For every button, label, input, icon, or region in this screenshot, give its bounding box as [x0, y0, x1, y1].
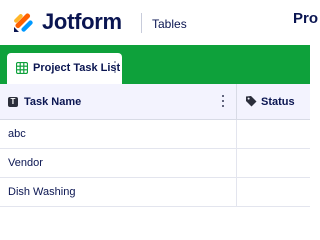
product-name[interactable]: Tables	[152, 16, 187, 32]
table-row[interactable]: abc	[0, 120, 310, 149]
tab-label: Project Task List	[33, 62, 121, 74]
spreadsheet-icon	[16, 62, 28, 74]
tab-bar: Project Task List	[0, 45, 310, 84]
cell-text: Dish Washing	[8, 186, 76, 198]
table-title[interactable]: Pro	[293, 9, 318, 29]
tab-project-task-list[interactable]: Project Task List	[7, 53, 122, 84]
jotform-logo-icon[interactable]	[12, 10, 36, 34]
table-header-row: T Task Name Status	[0, 84, 310, 120]
cell-text: abc	[8, 128, 26, 140]
table-row[interactable]: Vendor	[0, 149, 310, 178]
task-name-cell[interactable]: Dish Washing	[0, 178, 236, 206]
tab-more-icon[interactable]	[113, 61, 117, 75]
column-label: Status	[261, 96, 295, 108]
status-cell[interactable]	[236, 120, 311, 148]
task-name-cell[interactable]: abc	[0, 120, 236, 148]
table-row[interactable]: Dish Washing	[0, 178, 310, 207]
top-header: Jotform Tables Pro	[0, 0, 318, 45]
column-menu-icon[interactable]	[221, 95, 225, 109]
column-header-status[interactable]: Status	[236, 84, 311, 119]
cell-text: Vendor	[8, 157, 43, 169]
status-cell[interactable]	[236, 178, 311, 206]
header-divider	[141, 13, 142, 33]
status-cell[interactable]	[236, 149, 311, 177]
task-name-cell[interactable]: Vendor	[0, 149, 236, 177]
column-label: Task Name	[24, 96, 82, 108]
brand-name[interactable]: Jotform	[42, 8, 122, 36]
tag-icon	[246, 96, 257, 107]
text-type-icon: T	[8, 97, 18, 107]
column-header-task-name[interactable]: T Task Name	[0, 84, 236, 119]
table-body: abc Vendor Dish Washing	[0, 120, 310, 207]
